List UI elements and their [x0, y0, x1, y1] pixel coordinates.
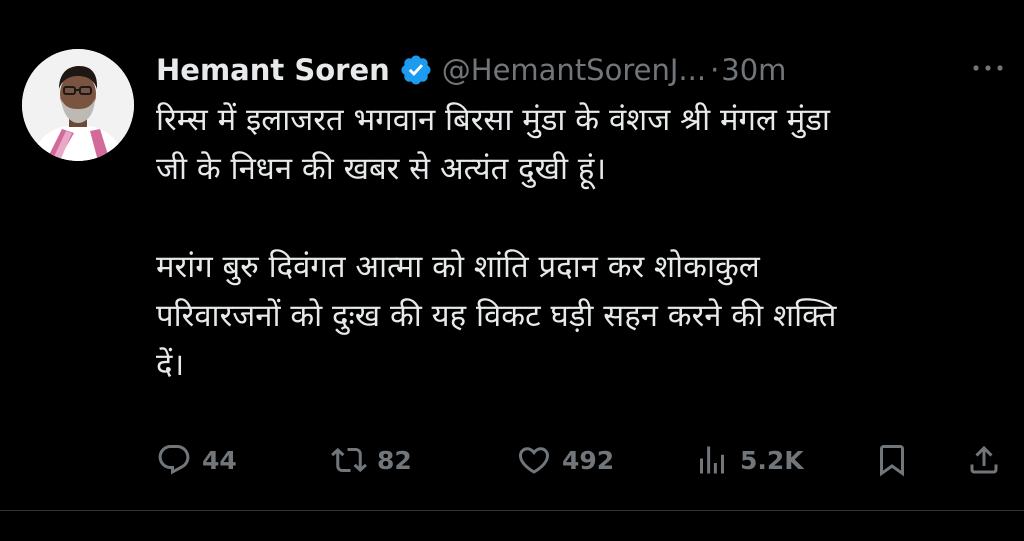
share-button[interactable] — [966, 438, 1002, 482]
bookmark-button[interactable] — [874, 438, 910, 482]
views-button[interactable]: 5.2K — [694, 438, 804, 482]
heart-icon — [516, 442, 552, 478]
more-options-icon[interactable] — [970, 58, 1006, 78]
divider — [0, 510, 1024, 511]
retweet-icon — [331, 442, 367, 478]
bookmark-icon — [874, 442, 910, 478]
tweet-text: रिम्स में इलाजरत भगवान बिरसा मुंडा के वं… — [156, 102, 837, 383]
tweet-actions: 44 82 492 5.2K — [156, 438, 1006, 482]
profile-photo — [22, 49, 134, 161]
tweet-header: Hemant Soren @HemantSorenJ... · 30m — [156, 50, 786, 90]
reply-icon — [156, 442, 192, 478]
verified-badge-icon[interactable] — [399, 53, 433, 87]
author-handle[interactable]: @HemantSorenJ... — [442, 53, 706, 87]
like-button[interactable]: 492 — [516, 438, 614, 482]
share-icon — [966, 442, 1002, 478]
retweet-count: 82 — [377, 445, 412, 475]
tweet-card[interactable]: Hemant Soren @HemantSorenJ... · 30m रिम्… — [0, 0, 1024, 541]
author-display-name[interactable]: Hemant Soren — [156, 53, 390, 87]
views-chart-icon — [694, 442, 730, 478]
retweet-button[interactable]: 82 — [331, 438, 412, 482]
like-count: 492 — [562, 445, 615, 475]
avatar[interactable] — [22, 49, 134, 161]
separator-dot: · — [710, 53, 720, 87]
reply-button[interactable]: 44 — [156, 438, 237, 482]
reply-count: 44 — [202, 445, 237, 475]
tweet-timestamp[interactable]: 30m — [721, 53, 786, 87]
views-count: 5.2K — [740, 445, 804, 475]
